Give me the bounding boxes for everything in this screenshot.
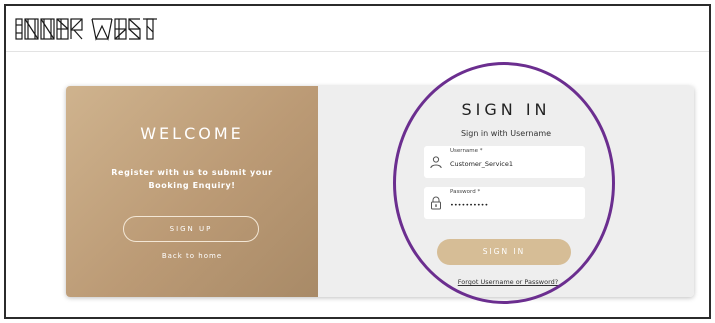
sign-in-subtitle: Sign in with Username	[460, 129, 552, 138]
welcome-panel: WELCOME Register with us to submit your …	[66, 86, 318, 297]
inner-west-logo[interactable]	[14, 16, 174, 47]
password-field[interactable]: Password * ••••••••••	[424, 187, 585, 219]
site-header	[6, 6, 709, 52]
username-field[interactable]: Username * Customer_Service1	[424, 146, 585, 178]
auth-card: WELCOME Register with us to submit your …	[66, 86, 694, 297]
back-to-home-link[interactable]: Back to home	[66, 252, 318, 260]
user-icon	[429, 155, 443, 169]
forgot-credentials-link[interactable]: Forgot Username or Password?	[318, 278, 694, 286]
lock-icon	[429, 196, 443, 210]
password-label: Password *	[450, 189, 481, 195]
welcome-text: Register with us to submit your Booking …	[111, 168, 273, 190]
welcome-title: WELCOME	[140, 124, 244, 143]
sign-in-panel: SIGN IN Sign in with Username Username *…	[318, 86, 694, 297]
logo-lettering-icon	[15, 18, 157, 41]
sign-in-button[interactable]: SIGN IN	[437, 239, 571, 265]
username-input[interactable]: Customer_Service1	[450, 160, 513, 168]
sign-in-title: SIGN IN	[461, 100, 551, 119]
password-input[interactable]: ••••••••••	[450, 201, 488, 209]
sign-up-button[interactable]: SIGN UP	[123, 216, 259, 242]
username-label: Username *	[450, 148, 483, 154]
app-window: WELCOME Register with us to submit your …	[4, 4, 711, 319]
